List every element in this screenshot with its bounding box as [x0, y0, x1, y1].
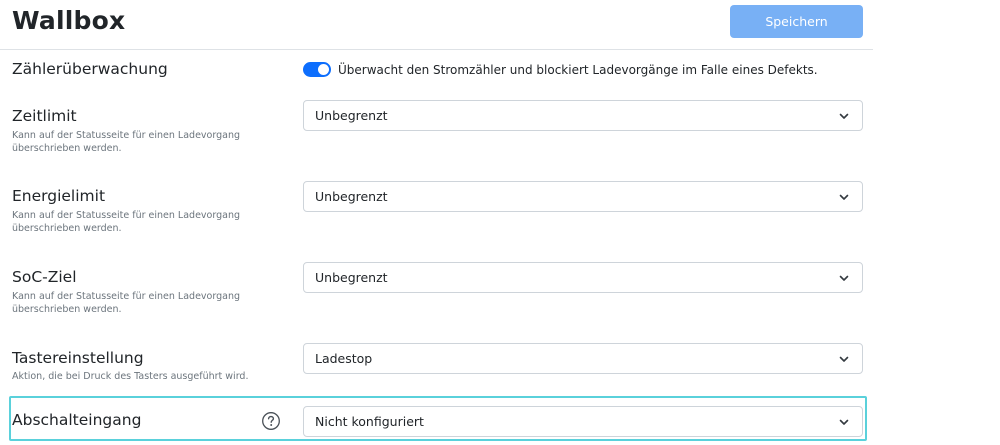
button-setting-value: Ladestop	[315, 351, 373, 366]
shutdown-input-value: Nicht konfiguriert	[315, 414, 424, 429]
meter-monitoring-toggle-row: Überwacht den Stromzähler und blockiert …	[303, 62, 818, 77]
soc-target-select[interactable]: Unbegrenzt	[303, 262, 863, 293]
button-setting-select[interactable]: Ladestop	[303, 343, 863, 374]
meter-monitoring-description: Überwacht den Stromzähler und blockiert …	[338, 62, 818, 77]
shutdown-input-label: Abschalteingang	[12, 411, 142, 429]
time-limit-value: Unbegrenzt	[315, 108, 388, 123]
button-setting-label: Tastereinstellung	[12, 349, 144, 367]
toggle-knob	[318, 64, 329, 75]
save-button[interactable]: Speichern	[730, 5, 863, 38]
question-circle-icon[interactable]	[261, 411, 281, 431]
page-header: Wallbox Speichern	[0, 0, 873, 50]
shutdown-input-select[interactable]: Nicht konfiguriert	[303, 406, 863, 437]
time-limit-help: Kann auf der Statusseite für einen Ladev…	[12, 130, 240, 154]
energy-limit-label: Energielimit	[12, 187, 106, 205]
energy-limit-value: Unbegrenzt	[315, 189, 388, 204]
button-setting-help: Aktion, die bei Druck des Tasters ausgef…	[12, 371, 249, 382]
energy-limit-help: Kann auf der Statusseite für einen Ladev…	[12, 210, 240, 234]
chevron-down-icon	[839, 194, 849, 200]
chevron-down-icon	[839, 275, 849, 281]
soc-target-help: Kann auf der Statusseite für einen Ladev…	[12, 291, 240, 315]
chevron-down-icon	[839, 356, 849, 362]
soc-target-value: Unbegrenzt	[315, 270, 388, 285]
meter-monitoring-label: Zählerüberwachung	[12, 60, 168, 78]
soc-target-label: SoC-Ziel	[12, 268, 77, 286]
chevron-down-icon	[839, 113, 849, 119]
page-title: Wallbox	[12, 6, 126, 35]
meter-monitoring-toggle[interactable]	[303, 62, 331, 77]
time-limit-select[interactable]: Unbegrenzt	[303, 100, 863, 131]
chevron-down-icon	[839, 419, 849, 425]
energy-limit-select[interactable]: Unbegrenzt	[303, 181, 863, 212]
time-limit-label: Zeitlimit	[12, 107, 77, 125]
